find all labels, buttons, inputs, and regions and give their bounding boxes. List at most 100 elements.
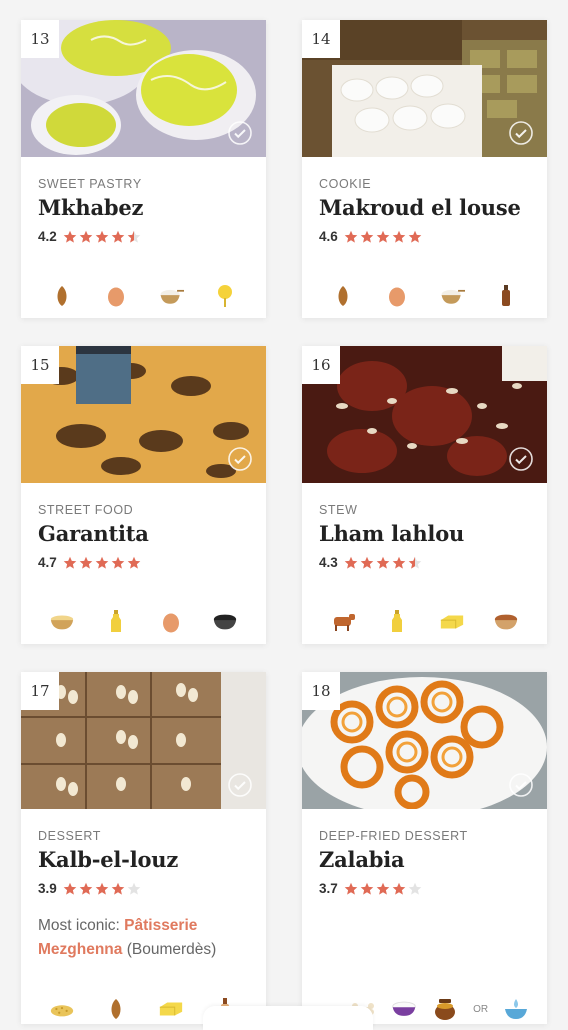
star-icon: [392, 882, 406, 895]
recipe-number: 15: [21, 346, 59, 384]
recipe-photo[interactable]: 13: [21, 20, 266, 157]
recipe-name[interactable]: Mkhabez: [38, 195, 143, 220]
egg-icon: [103, 283, 129, 309]
ingredient-list: [302, 609, 547, 635]
rating-score: 3.7: [319, 881, 338, 896]
recipe-photo[interactable]: 15: [21, 346, 266, 483]
star-icon: [344, 230, 358, 243]
star-icon: [127, 230, 141, 243]
star-icon: [79, 882, 93, 895]
recipe-rating: 4.6: [319, 229, 422, 244]
recipe-card[interactable]: 15 STREET FOOD Garantita 4.7: [21, 346, 266, 644]
star-icon: [408, 556, 422, 569]
egg-icon: [384, 283, 410, 309]
check-icon[interactable]: [509, 121, 533, 145]
recipe-rating: 3.7: [319, 881, 422, 896]
or-label: OR: [473, 1003, 489, 1015]
rating-stars: [63, 882, 141, 896]
most-iconic-note: Most iconic: Pâtisserie Mezghenna (Boume…: [38, 914, 253, 962]
recipe-name[interactable]: Lham lahlou: [319, 521, 464, 546]
star-icon: [111, 230, 125, 243]
recipe-photo[interactable]: 18: [302, 672, 547, 809]
black-seeds-bowl-icon: [212, 609, 238, 635]
recipe-name[interactable]: Garantita: [38, 521, 149, 546]
star-icon: [376, 230, 390, 243]
recipe-category: STREET FOOD: [38, 503, 134, 517]
star-icon: [127, 882, 141, 895]
recipe-rating: 4.3: [319, 555, 422, 570]
rating-stars: [63, 556, 141, 570]
note-prefix: Most iconic:: [38, 917, 125, 934]
almond-icon: [330, 283, 356, 309]
oil-bottle-icon: [384, 609, 410, 635]
ingredient-list: [21, 283, 266, 309]
egg-icon: [158, 609, 184, 635]
recipe-number: 17: [21, 672, 59, 710]
oil-bottle-icon: [103, 609, 129, 635]
check-icon[interactable]: [228, 121, 252, 145]
check-icon[interactable]: [509, 447, 533, 471]
star-icon: [360, 556, 374, 569]
star-icon: [392, 230, 406, 243]
star-icon: [111, 556, 125, 569]
butter-icon: [439, 609, 465, 635]
recipe-photo[interactable]: 14: [302, 20, 547, 157]
recipe-card[interactable]: 18 DEEP-FRIED DESSERT Zalabia 3.7 OR: [302, 672, 547, 1024]
rating-score: 3.9: [38, 881, 57, 896]
recipe-category: DESSERT: [38, 829, 102, 843]
star-icon: [95, 230, 109, 243]
recipe-photo[interactable]: 17: [21, 672, 266, 809]
check-icon[interactable]: [228, 447, 252, 471]
water-bowl-icon: [503, 996, 529, 1022]
recipe-card[interactable]: 13 SWEET PASTRY Mkhabez 4.2: [21, 20, 266, 318]
star-icon: [392, 556, 406, 569]
rating-stars: [344, 882, 422, 896]
recipe-name[interactable]: Zalabia: [319, 847, 405, 872]
vanilla-bottle-icon: [493, 283, 519, 309]
flour-bowl-icon: [439, 283, 465, 309]
yogurt-bowl-icon: [391, 996, 417, 1022]
recipe-photo[interactable]: 16: [302, 346, 547, 483]
semolina-icon: [49, 996, 75, 1022]
recipe-name[interactable]: Makroud el louse: [319, 195, 521, 220]
rating-score: 4.3: [319, 555, 338, 570]
note-suffix: (Boumerdès): [122, 941, 217, 958]
star-icon: [63, 556, 77, 569]
flour-bowl-icon: [158, 283, 184, 309]
rating-stars: [63, 230, 141, 244]
rating-stars: [344, 556, 422, 570]
star-icon: [376, 882, 390, 895]
recipe-category: COOKIE: [319, 177, 372, 191]
recipe-card[interactable]: 17 DESSERT Kalb-el-louz 3.9 Most iconic:…: [21, 672, 266, 1024]
rating-score: 4.7: [38, 555, 57, 570]
recipe-category: DEEP-FRIED DESSERT: [319, 829, 468, 843]
bottom-sheet-handle[interactable]: [203, 1006, 373, 1030]
star-icon: [127, 556, 141, 569]
star-icon: [63, 882, 77, 895]
butter-icon: [158, 996, 184, 1022]
lamb-icon: [330, 609, 356, 635]
recipe-rating: 3.9: [38, 881, 141, 896]
recipe-card[interactable]: 16 STEW Lham lahlou 4.3: [302, 346, 547, 644]
ingredient-list: [302, 283, 547, 309]
star-icon: [95, 882, 109, 895]
recipe-name[interactable]: Kalb-el-louz: [38, 847, 178, 872]
recipe-category: STEW: [319, 503, 358, 517]
check-icon[interactable]: [509, 773, 533, 797]
star-icon: [79, 556, 93, 569]
recipe-number: 16: [302, 346, 340, 384]
recipe-category: SWEET PASTRY: [38, 177, 142, 191]
star-icon: [95, 556, 109, 569]
star-icon: [344, 556, 358, 569]
recipe-number: 13: [21, 20, 59, 58]
almond-icon: [49, 283, 75, 309]
check-icon[interactable]: [228, 773, 252, 797]
star-icon: [79, 230, 93, 243]
rating-score: 4.6: [319, 229, 338, 244]
recipe-rating: 4.2: [38, 229, 141, 244]
recipe-number: 18: [302, 672, 340, 710]
recipe-rating: 4.7: [38, 555, 141, 570]
spice-bowl-icon: [493, 609, 519, 635]
recipe-card[interactable]: 14 COOKIE Makroud el louse 4.6: [302, 20, 547, 318]
lemon-squeezer-icon: [212, 283, 238, 309]
